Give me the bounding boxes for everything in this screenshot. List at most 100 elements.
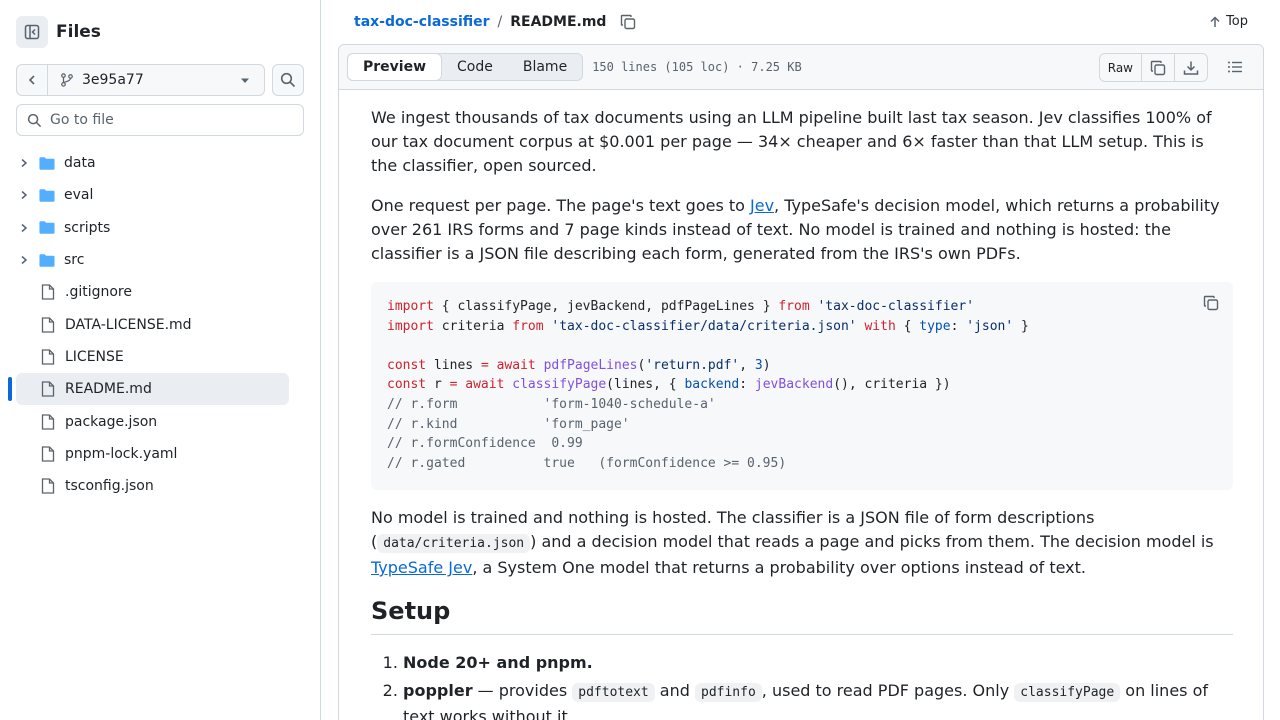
file-tree-sidebar: Files 3e95a77 data eval [0, 0, 321, 720]
text: ) and a decision model that reads a page… [530, 532, 1214, 551]
tree-item-data-license[interactable]: DATA-LICENSE.md [16, 308, 289, 340]
file-icon [40, 284, 56, 300]
file-icon [40, 381, 56, 397]
code-token: from [778, 299, 810, 314]
branch-name: 3e95a77 [82, 72, 144, 88]
sidebar-collapse-icon [24, 24, 40, 40]
tree-item-readme[interactable]: README.md [8, 373, 289, 406]
copy-icon [1150, 60, 1166, 75]
paragraph-intro: We ingest thousands of tax documents usi… [371, 108, 1212, 175]
typesafe-jev-link[interactable]: TypeSafe Jev [371, 558, 472, 577]
code-comment: // r.kind 'form_page' [387, 416, 630, 432]
paragraph-overview: One request per page. The page's text go… [371, 194, 1233, 266]
code-token: criteria [433, 318, 513, 334]
tree-item-package-json[interactable]: package.json [16, 405, 289, 437]
code-token: await [465, 377, 505, 393]
back-button[interactable] [17, 65, 48, 95]
search-button[interactable] [272, 64, 304, 96]
tree-item-eval[interactable]: eval [16, 179, 289, 211]
tab-preview[interactable]: Preview [347, 53, 443, 81]
code-token: pdfPageLines [543, 357, 638, 373]
code-text: import { classifyPage, jevBackend, pdfPa… [387, 297, 1217, 473]
code-token: 'json' [966, 318, 1014, 334]
collapse-sidebar-button[interactable] [16, 16, 48, 48]
tree-item-pnpm-lock[interactable]: pnpm-lock.yaml [16, 438, 289, 470]
code-token: classifyPage [512, 377, 607, 393]
readme-article: We ingest thousands of tax documents usi… [371, 106, 1233, 720]
branch-selector[interactable]: 3e95a77 [48, 65, 264, 95]
chevron-right-icon [16, 155, 32, 171]
code-token: r [426, 377, 450, 393]
step-bold: poppler [403, 681, 473, 700]
tree-item-scripts[interactable]: scripts [16, 212, 289, 244]
tree-item-label: LICENSE [65, 348, 124, 365]
sidebar-header: Files [16, 16, 306, 48]
tree-item-label: pnpm-lock.yaml [65, 445, 178, 462]
file-info: 150 lines (105 loc) · 7.25 KB [592, 60, 802, 74]
list-item: poppler — provides pdftotext and pdfinfo… [403, 679, 1233, 720]
code-token: = [480, 357, 489, 373]
copy-path-button[interactable] [620, 14, 636, 30]
folder-icon [39, 252, 55, 268]
code-token: const [387, 377, 427, 393]
setup-steps: Node 20+ and pnpm. poppler — provides pd… [371, 651, 1233, 720]
top-link-label: Top [1226, 14, 1248, 29]
tree-item-gitignore[interactable]: .gitignore [16, 276, 289, 308]
code-token: { classifyPage, jevBackend, pdfPageLines… [433, 299, 779, 314]
code-token: backend [684, 377, 740, 393]
tab-blame[interactable]: Blame [508, 54, 582, 80]
raw-button[interactable]: Raw [1100, 54, 1142, 81]
breadcrumb: tax-doc-classifier / README.md Top [338, 0, 1264, 44]
inline-code: data/criteria.json [377, 534, 531, 553]
code-token: , [739, 357, 755, 373]
code-token: = [449, 377, 458, 393]
tree-item-tsconfig[interactable]: tsconfig.json [16, 470, 289, 502]
text: One request per page. The page's text go… [371, 196, 751, 215]
breadcrumb-repo-link[interactable]: tax-doc-classifier [354, 14, 490, 30]
code-token: import [387, 318, 434, 334]
tree-item-label: eval [64, 187, 94, 204]
copy-raw-button[interactable] [1142, 54, 1175, 81]
code-token: 'return.pdf' [645, 357, 740, 373]
file-view: tax-doc-classifier / README.md Top Previ… [338, 0, 1264, 720]
tree-item-data[interactable]: data [16, 147, 289, 179]
jev-link[interactable]: Jev [750, 196, 774, 215]
code-token: (lines, { [606, 377, 685, 393]
inline-code: pdfinfo [695, 683, 762, 702]
code-token: 'tax-doc-classifier/data/criteria.json' [551, 318, 857, 334]
tree-item-license[interactable]: LICENSE [16, 341, 289, 373]
text: , a System One model that returns a prob… [472, 558, 1086, 577]
outline-button[interactable] [1227, 59, 1243, 79]
folder-icon [39, 220, 55, 236]
setup-heading: Setup [371, 596, 1233, 635]
file-icon [40, 446, 56, 462]
file-actions: Raw [1098, 53, 1208, 82]
tree-item-label: README.md [65, 381, 152, 398]
arrow-up-icon [1210, 15, 1220, 27]
tree-item-label: DATA-LICENSE.md [65, 316, 192, 333]
tree-item-label: scripts [64, 219, 111, 236]
sidebar-title: Files [56, 22, 101, 42]
view-mode-tabs: Preview Code Blame [347, 53, 584, 81]
code-token: 'tax-doc-classifier' [817, 299, 975, 314]
code-token: { [895, 318, 920, 334]
code-token: type [919, 318, 951, 334]
tree-item-src[interactable]: src [16, 244, 289, 276]
copy-code-button[interactable] [1203, 294, 1219, 318]
copy-icon [1203, 295, 1219, 311]
code-comment: // r.gated true (formConfidence >= 0.95) [387, 455, 787, 471]
go-to-file-input[interactable] [50, 112, 290, 128]
branch-box: 3e95a77 [16, 64, 265, 96]
list-item: Node 20+ and pnpm. [403, 651, 1233, 675]
branch-row: 3e95a77 [16, 64, 306, 96]
folder-icon [39, 155, 55, 171]
download-button[interactable] [1175, 54, 1207, 81]
tab-code[interactable]: Code [442, 54, 508, 80]
tree-item-label: src [64, 252, 85, 269]
code-token: ) [762, 357, 771, 373]
chevron-left-icon [28, 75, 35, 85]
code-token: const [387, 357, 427, 373]
top-link[interactable]: Top [1209, 14, 1248, 29]
readme-content: We ingest thousands of tax documents usi… [338, 90, 1264, 720]
search-icon [27, 113, 42, 127]
